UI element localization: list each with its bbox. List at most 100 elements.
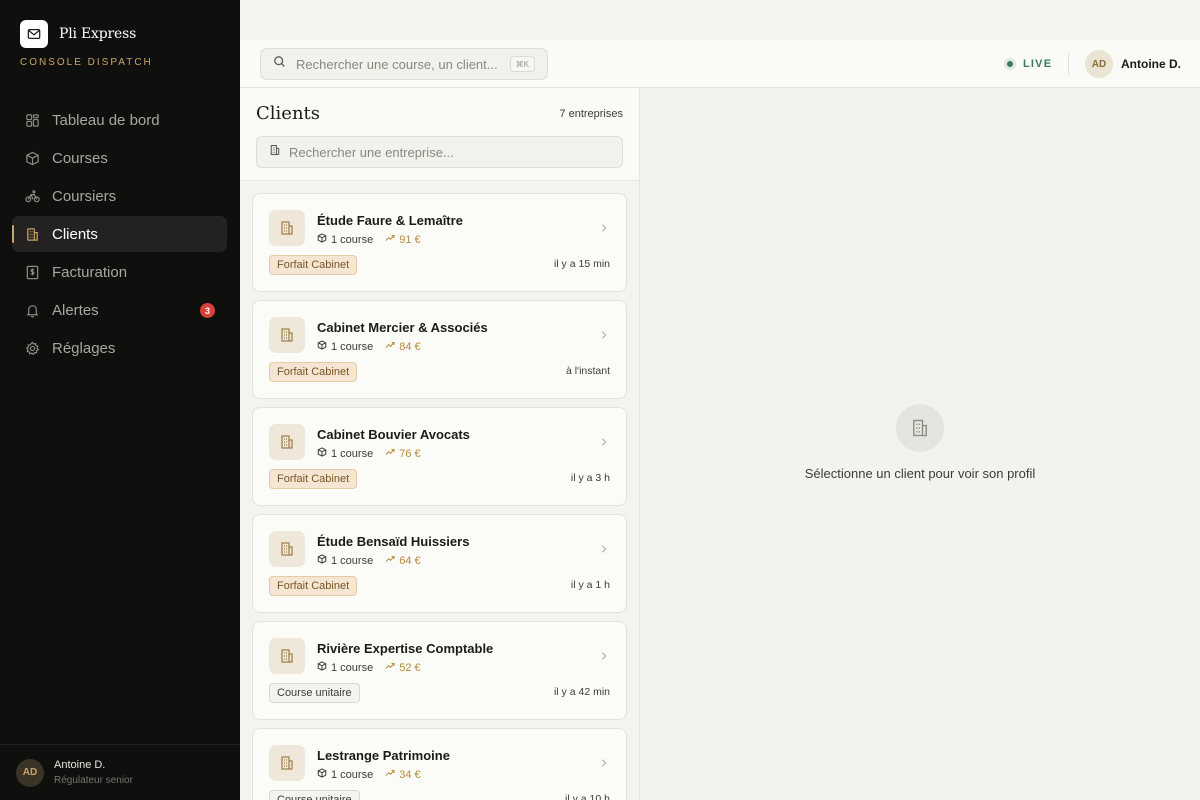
client-name: Rivière Expertise Comptable bbox=[317, 641, 494, 656]
revenue-amount: 84 € bbox=[399, 340, 421, 353]
sidebar-item-label: Courses bbox=[52, 149, 108, 167]
client-name: Cabinet Bouvier Avocats bbox=[317, 427, 470, 442]
sidebar-nav: Tableau de bord Courses Coursiers Client… bbox=[12, 102, 227, 368]
alert-count-badge: 3 bbox=[200, 303, 215, 318]
brand[interactable]: Pli Express bbox=[20, 20, 136, 48]
sidebar-item-clients[interactable]: Clients bbox=[12, 216, 227, 252]
client-meta: 1 course 34 € bbox=[317, 768, 421, 781]
user-role: Régulateur senior bbox=[54, 775, 133, 786]
client-name: Cabinet Mercier & Associés bbox=[317, 320, 488, 335]
sidebar-user[interactable]: AD Antoine D. Régulateur senior bbox=[0, 744, 240, 800]
sidebar-item-label: Coursiers bbox=[52, 187, 117, 205]
revenue-amount: 91 € bbox=[399, 233, 421, 246]
plan-badge: Forfait Cabinet bbox=[269, 469, 358, 489]
chevron-right-icon bbox=[600, 541, 608, 559]
client-name: Étude Bensaïd Huissiers bbox=[317, 534, 470, 549]
revenue: 34 € bbox=[385, 768, 421, 781]
package-icon bbox=[317, 554, 327, 567]
sidebar-item-label: Alertes bbox=[52, 301, 99, 319]
package-icon bbox=[317, 233, 327, 246]
sidebar-item-courses[interactable]: Courses bbox=[12, 140, 227, 176]
global-search-input[interactable]: Rechercher une course, un client... ⌘K bbox=[260, 48, 548, 80]
page-title: Clients bbox=[256, 103, 321, 124]
client-card[interactable]: Rivière Expertise Comptable 1 course 52 € C… bbox=[252, 621, 627, 720]
brand-subtitle: CONSOLE DISPATCH bbox=[20, 57, 153, 68]
building-icon bbox=[269, 210, 305, 246]
course-count: 1 course bbox=[331, 554, 374, 567]
search-placeholder: Rechercher une course, un client... bbox=[296, 56, 498, 72]
sidebar-item-label: Tableau de bord bbox=[52, 111, 160, 129]
chevron-right-icon bbox=[600, 755, 608, 773]
course-count: 1 course bbox=[331, 233, 374, 246]
top-user-menu[interactable]: AD Antoine D. bbox=[1085, 50, 1181, 78]
sidebar-item-facturation[interactable]: Facturation bbox=[12, 254, 227, 290]
sidebar-item-alertes[interactable]: Alertes 3 bbox=[12, 292, 227, 328]
revenue-amount: 64 € bbox=[399, 554, 421, 567]
invoice-icon bbox=[24, 264, 40, 280]
building-icon bbox=[269, 638, 305, 674]
building-icon bbox=[896, 404, 944, 452]
user-name: Antoine D. bbox=[54, 759, 106, 771]
chevron-right-icon bbox=[600, 220, 608, 238]
client-meta: 1 course 64 € bbox=[317, 554, 421, 567]
live-dot-icon bbox=[1004, 58, 1016, 70]
client-detail-panel: Sélectionne un client pour voir son prof… bbox=[640, 88, 1200, 800]
course-count: 1 course bbox=[331, 768, 374, 781]
clients-header: Clients 7 entreprises Rechercher une ent… bbox=[240, 88, 639, 181]
company-search-input[interactable]: Rechercher une entreprise... bbox=[256, 136, 623, 168]
brand-name: Pli Express bbox=[59, 26, 137, 42]
last-activity: il y a 1 h bbox=[570, 579, 610, 591]
revenue: 91 € bbox=[385, 233, 421, 246]
last-activity: il y a 10 h bbox=[565, 793, 610, 800]
search-icon bbox=[273, 55, 286, 73]
clients-panel: Clients 7 entreprises Rechercher une ent… bbox=[240, 88, 640, 800]
last-activity: il y a 15 min bbox=[553, 258, 610, 270]
revenue-amount: 76 € bbox=[399, 447, 421, 460]
trend-up-icon bbox=[385, 661, 395, 674]
bell-icon bbox=[24, 302, 40, 318]
package-icon bbox=[317, 340, 327, 353]
revenue-amount: 52 € bbox=[399, 661, 421, 674]
trend-up-icon bbox=[385, 768, 395, 781]
client-meta: 1 course 84 € bbox=[317, 340, 421, 353]
package-icon bbox=[317, 447, 327, 460]
building-icon bbox=[269, 143, 281, 161]
package-icon bbox=[317, 768, 327, 781]
sidebar-item-tableau-de-bord[interactable]: Tableau de bord bbox=[12, 102, 227, 138]
revenue: 64 € bbox=[385, 554, 421, 567]
client-name: Étude Faure & Lemaître bbox=[317, 213, 463, 228]
client-meta: 1 course 76 € bbox=[317, 447, 421, 460]
empty-state-text: Sélectionne un client pour voir son prof… bbox=[804, 466, 1036, 481]
sidebar-item-label: Réglages bbox=[52, 339, 116, 357]
course-count: 1 course bbox=[331, 661, 374, 674]
plan-badge: Forfait Cabinet bbox=[269, 362, 358, 382]
divider bbox=[1068, 53, 1069, 75]
client-card[interactable]: Étude Bensaïd Huissiers 1 course 64 € Forfa… bbox=[252, 514, 627, 613]
building-icon bbox=[24, 226, 40, 242]
revenue: 76 € bbox=[385, 447, 421, 460]
trend-up-icon bbox=[385, 233, 395, 246]
last-activity: à l'instant bbox=[565, 365, 610, 377]
clients-count: 7 entreprises bbox=[559, 108, 623, 120]
user-name: Antoine D. bbox=[1121, 57, 1181, 71]
client-meta: 1 course 52 € bbox=[317, 661, 421, 674]
sidebar-item-reglages[interactable]: Réglages bbox=[12, 330, 227, 366]
dashboard-icon bbox=[24, 112, 40, 128]
search-placeholder: Rechercher une entreprise... bbox=[289, 144, 454, 160]
live-label: LIVE bbox=[1023, 58, 1053, 70]
plan-badge: Forfait Cabinet bbox=[269, 576, 358, 596]
sidebar-item-coursiers[interactable]: Coursiers bbox=[12, 178, 227, 214]
revenue: 52 € bbox=[385, 661, 421, 674]
client-card[interactable]: Étude Faure & Lemaître 1 course 91 € Forfai… bbox=[252, 193, 627, 292]
revenue: 84 € bbox=[385, 340, 421, 353]
client-card[interactable]: Cabinet Mercier & Associés 1 course 84 € Fo… bbox=[252, 300, 627, 399]
plan-badge: Course unitaire bbox=[269, 790, 360, 800]
live-indicator: LIVE bbox=[1004, 56, 1052, 72]
chevron-right-icon bbox=[600, 648, 608, 666]
building-icon bbox=[269, 317, 305, 353]
revenue-amount: 34 € bbox=[399, 768, 421, 781]
package-icon bbox=[317, 661, 327, 674]
client-card[interactable]: Cabinet Bouvier Avocats 1 course 76 € Forfa… bbox=[252, 407, 627, 506]
client-card[interactable]: Lestrange Patrimoine 1 course 34 € Course u… bbox=[252, 728, 627, 800]
plan-badge: Course unitaire bbox=[269, 683, 360, 703]
